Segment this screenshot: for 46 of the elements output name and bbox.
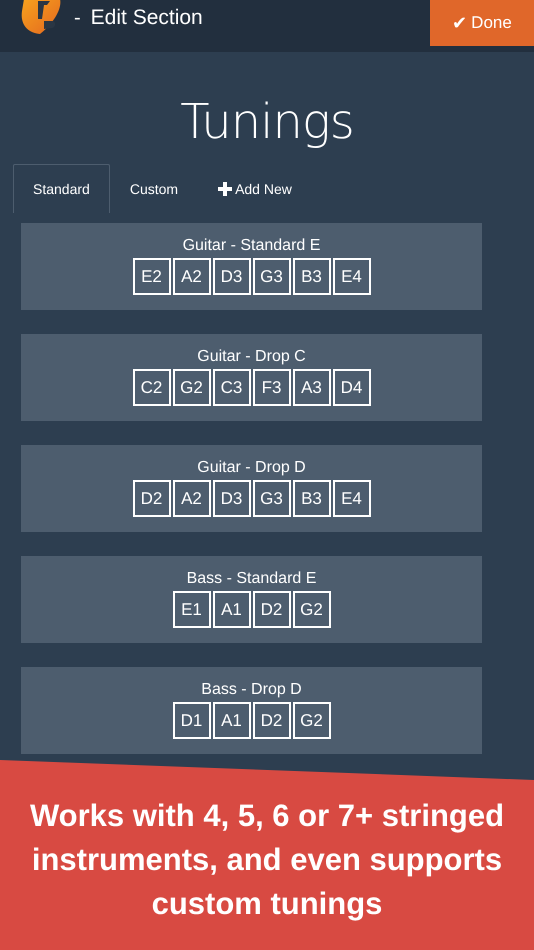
tuning-card[interactable]: Guitar - Standard E E2 A2 D3 G3 B3 E4	[21, 223, 482, 310]
note-label: D3	[212, 258, 250, 295]
check-icon: ✔	[452, 12, 468, 34]
note-label: D2	[132, 480, 170, 517]
separator-text: -	[74, 6, 81, 30]
note-label: D2	[252, 702, 290, 739]
tuning-name: Bass - Standard E	[186, 569, 316, 589]
tuning-name: Guitar - Drop C	[197, 347, 306, 367]
tab[interactable]: Standard	[13, 164, 110, 213]
note-label: G2	[292, 591, 330, 628]
note-label: A2	[172, 258, 210, 295]
note-label: B3	[292, 258, 330, 295]
page-heading: Tunings	[179, 93, 355, 152]
screen-title: Edit Section	[90, 6, 203, 30]
tuning-card[interactable]: Guitar - Drop C C2 G2 C3 F3 A3 D4	[21, 334, 482, 421]
note-label: D1	[172, 702, 210, 739]
note-label: A3	[292, 369, 330, 406]
note-label: G3	[252, 480, 290, 517]
note-label: D4	[332, 369, 370, 406]
tuning-name: Bass - Drop D	[201, 680, 302, 700]
note-label: B3	[292, 480, 330, 517]
note-label: E1	[172, 591, 210, 628]
tuning-name: Guitar - Standard E	[182, 236, 320, 256]
tuning-card[interactable]: Bass - Standard E E1 A1 D2 G2	[21, 556, 482, 643]
note-label: E4	[332, 480, 370, 517]
note-label: G2	[292, 702, 330, 739]
note-label: D3	[212, 480, 250, 517]
note-label: G2	[172, 369, 210, 406]
note-label: A2	[172, 480, 210, 517]
note-label: G3	[252, 258, 290, 295]
note-label: E2	[132, 258, 170, 295]
note-label: D2	[252, 591, 290, 628]
tab[interactable]: Custom	[110, 164, 198, 213]
note-label: E4	[332, 258, 370, 295]
done-button[interactable]: ✔ Done	[430, 0, 534, 46]
note-label: F3	[252, 369, 290, 406]
tuning-card[interactable]: Bass - Drop D D1 A1 D2 G2	[21, 667, 482, 754]
plus-icon	[218, 182, 232, 196]
tuning-name: Guitar - Drop D	[197, 458, 306, 478]
promo-caption: Works with 4, 5, 6 or 7+ stringed instruments, and even supports custom tunings	[28, 797, 506, 923]
note-label: A1	[212, 702, 250, 739]
note-label: C3	[212, 369, 250, 406]
add-new-button[interactable]: Add New	[198, 164, 312, 213]
note-label: A1	[212, 591, 250, 628]
tuning-card[interactable]: Guitar - Drop D D2 A2 D3 G3 B3 E4	[21, 445, 482, 532]
note-label: C2	[132, 369, 170, 406]
